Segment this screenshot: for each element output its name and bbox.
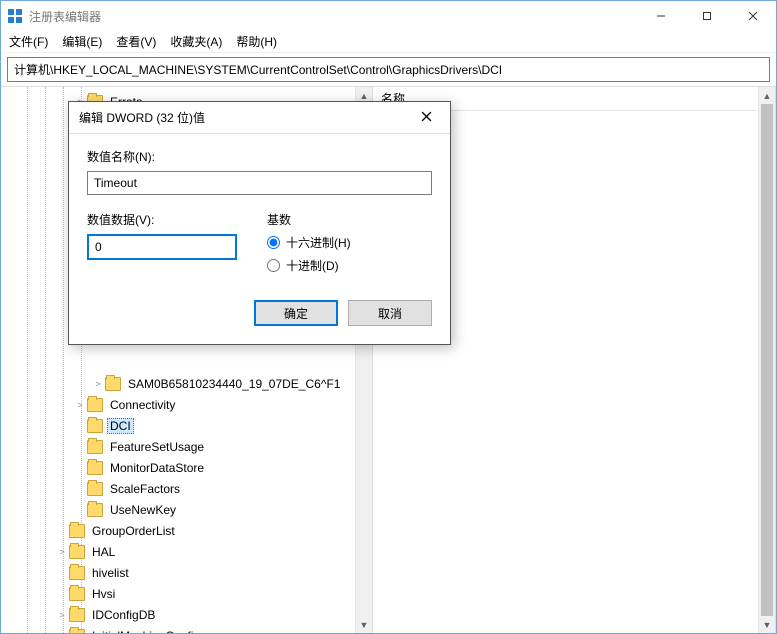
scroll-thumb[interactable] — [761, 104, 773, 616]
folder-icon — [87, 461, 103, 475]
tree-item[interactable]: hivelist — [1, 562, 355, 583]
menu-help[interactable]: 帮助(H) — [236, 33, 277, 50]
value-data-input[interactable] — [87, 234, 237, 260]
folder-icon — [87, 419, 103, 433]
radix-dec-label: 十进制(D) — [286, 257, 339, 274]
minimize-button[interactable] — [638, 1, 684, 31]
ok-button[interactable]: 确定 — [254, 300, 338, 326]
tree-item-label: FeatureSetUsage — [107, 439, 207, 455]
dialog-titlebar: 编辑 DWORD (32 位)值 — [69, 102, 450, 134]
folder-icon — [69, 545, 85, 559]
tree-item-label: GroupOrderList — [89, 523, 178, 539]
menu-view[interactable]: 查看(V) — [116, 33, 156, 50]
tree-item[interactable]: Hvsi — [1, 583, 355, 604]
titlebar: 注册表编辑器 — [1, 1, 776, 31]
folder-icon — [87, 482, 103, 496]
tree-item[interactable]: > IDConfigDB — [1, 604, 355, 625]
tree-item-label: UseNewKey — [107, 502, 179, 518]
list-scrollbar[interactable]: ▲ ▼ — [758, 87, 775, 633]
tree-item-label: Hvsi — [89, 586, 118, 602]
tree-item-label: Connectivity — [107, 397, 178, 413]
value-name-label: 数值名称(N): — [87, 148, 432, 165]
expander-icon[interactable]: > — [55, 547, 69, 557]
tree-item-label: SAM0B65810234440_19_07DE_C6^F1 — [125, 376, 343, 392]
tree-item-label: HAL — [89, 544, 118, 560]
dialog-close-button[interactable] — [412, 110, 440, 125]
folder-icon — [69, 608, 85, 622]
tree-item-label: IDConfigDB — [89, 607, 158, 623]
folder-icon — [69, 566, 85, 580]
cancel-button[interactable]: 取消 — [348, 300, 432, 326]
menu-edit[interactable]: 编辑(E) — [62, 33, 102, 50]
app-icon — [7, 8, 23, 24]
folder-icon — [87, 398, 103, 412]
menubar: 文件(F) 编辑(E) 查看(V) 收藏夹(A) 帮助(H) — [1, 31, 776, 53]
menu-favorites[interactable]: 收藏夹(A) — [170, 33, 222, 50]
radix-hex-label: 十六进制(H) — [286, 234, 351, 251]
radix-hex-radio[interactable] — [267, 236, 280, 249]
dialog-title: 编辑 DWORD (32 位)值 — [79, 109, 412, 126]
tree-item-label: ScaleFactors — [107, 481, 183, 497]
folder-icon — [87, 440, 103, 454]
tree-item[interactable]: > HAL — [1, 541, 355, 562]
base-group-label: 基数 — [267, 211, 351, 228]
expander-icon[interactable]: > — [91, 379, 105, 389]
tree-item-label: InitialMachineConfig — [89, 628, 203, 634]
addressbar: 计算机\HKEY_LOCAL_MACHINE\SYSTEM\CurrentCon… — [1, 53, 776, 86]
tree-item[interactable]: DCI — [1, 415, 355, 436]
scroll-down-icon[interactable]: ▼ — [759, 616, 775, 633]
expander-icon[interactable]: > — [73, 400, 87, 410]
scroll-down-icon[interactable]: ▼ — [356, 616, 372, 633]
radix-dec-radio[interactable] — [267, 259, 280, 272]
tree-item[interactable]: ScaleFactors — [1, 478, 355, 499]
tree-item[interactable]: GroupOrderList — [1, 520, 355, 541]
address-input[interactable]: 计算机\HKEY_LOCAL_MACHINE\SYSTEM\CurrentCon… — [7, 57, 770, 82]
edit-dword-dialog: 编辑 DWORD (32 位)值 数值名称(N): Timeout 数值数据(V… — [68, 101, 451, 345]
tree-item-label: MonitorDataStore — [107, 460, 207, 476]
tree-item[interactable]: > Connectivity — [1, 394, 355, 415]
tree-item[interactable]: MonitorDataStore — [1, 457, 355, 478]
folder-icon — [105, 377, 121, 391]
scroll-up-icon[interactable]: ▲ — [759, 87, 775, 104]
folder-icon — [87, 503, 103, 517]
tree-item[interactable]: > SAM0B65810234440_19_07DE_C6^F1 — [1, 373, 355, 394]
tree-item-label: DCI — [107, 418, 134, 434]
folder-icon — [69, 587, 85, 601]
value-data-label: 数值数据(V): — [87, 211, 237, 228]
folder-icon — [69, 524, 85, 538]
regedit-window: 注册表编辑器 文件(F) 编辑(E) 查看(V) 收藏夹(A) 帮助(H) 计算… — [0, 0, 777, 634]
tree-item[interactable]: FeatureSetUsage — [1, 436, 355, 457]
menu-file[interactable]: 文件(F) — [9, 33, 48, 50]
tree-item[interactable]: UseNewKey — [1, 499, 355, 520]
folder-icon — [69, 629, 85, 634]
tree-item[interactable]: InitialMachineConfig — [1, 625, 355, 633]
maximize-button[interactable] — [684, 1, 730, 31]
window-title: 注册表编辑器 — [29, 8, 638, 25]
tree-item-label: hivelist — [89, 565, 132, 581]
close-button[interactable] — [730, 1, 776, 31]
expander-icon[interactable]: > — [55, 610, 69, 620]
value-name-field[interactable]: Timeout — [87, 171, 432, 195]
